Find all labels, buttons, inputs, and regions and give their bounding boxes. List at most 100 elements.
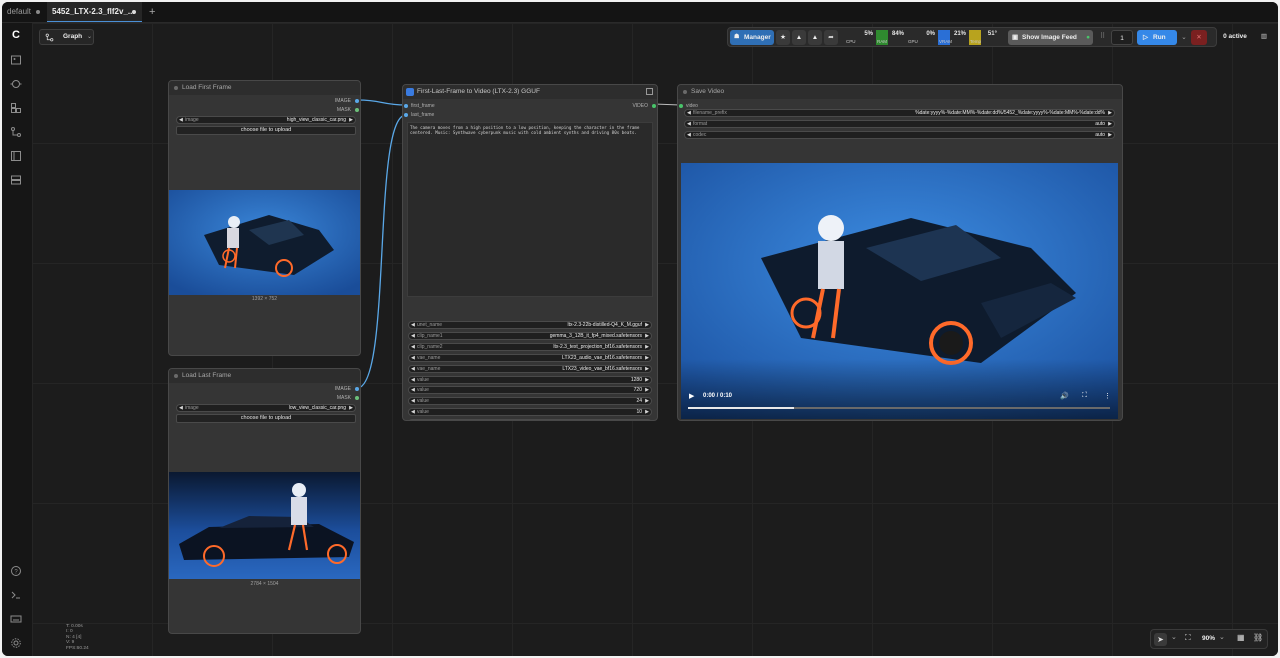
arrow-left-icon[interactable]: ◀ xyxy=(687,121,691,127)
arrow-left-icon[interactable]: ◀ xyxy=(411,344,415,350)
chevron-down-icon[interactable]: ⌄ xyxy=(1171,633,1177,641)
upload-button[interactable]: choose file to upload xyxy=(176,414,356,423)
tool-a-button[interactable]: ▲ xyxy=(792,30,806,45)
widget-row[interactable]: ◀ value 24 ▶ xyxy=(408,397,652,406)
workflows-icon[interactable] xyxy=(10,126,22,138)
arrow-left-icon[interactable]: ◀ xyxy=(179,405,183,411)
arrow-right-icon[interactable]: ▶ xyxy=(645,344,649,350)
arrow-right-icon[interactable]: ▶ xyxy=(1108,110,1112,116)
play-icon[interactable]: ▶ xyxy=(689,392,694,400)
arrow-left-icon[interactable]: ◀ xyxy=(179,117,183,123)
fit-view-icon[interactable]: ⛶ xyxy=(1185,633,1191,643)
arrow-right-icon[interactable]: ▶ xyxy=(645,366,649,372)
help-icon[interactable]: ? xyxy=(10,565,22,577)
terminal-icon[interactable] xyxy=(10,589,22,601)
cancel-button[interactable]: ✕ xyxy=(1191,30,1207,45)
node-title[interactable]: Load Last Frame xyxy=(169,369,360,383)
widget-row[interactable]: ◀ value 10 ▶ xyxy=(408,408,652,417)
new-tab-button[interactable]: + xyxy=(144,2,160,22)
toggle-panel-icon[interactable]: ▥ xyxy=(1258,29,1270,44)
select-tool-icon[interactable]: ➤ xyxy=(1154,633,1167,646)
arrow-right-icon[interactable]: ▶ xyxy=(645,355,649,361)
keyboard-icon[interactable] xyxy=(10,613,22,625)
arrow-left-icon[interactable]: ◀ xyxy=(411,377,415,383)
output-video-socket[interactable] xyxy=(652,104,656,108)
tool-b-button[interactable]: ▲ xyxy=(808,30,822,45)
arrow-left-icon[interactable]: ◀ xyxy=(411,333,415,339)
tab-default[interactable]: default xyxy=(2,2,46,22)
show-image-feed-button[interactable]: ▣ Show Image Feed ● xyxy=(1008,30,1093,45)
arrow-right-icon[interactable]: ▶ xyxy=(1108,121,1112,127)
zoom-level[interactable]: 90% xyxy=(1202,635,1215,642)
expand-icon[interactable] xyxy=(646,88,653,95)
arrow-left-icon[interactable]: ◀ xyxy=(411,398,415,404)
images-icon[interactable] xyxy=(10,54,22,66)
batch-count-input[interactable]: 1 xyxy=(1111,30,1133,45)
arrow-right-icon[interactable]: ▶ xyxy=(645,322,649,328)
node-load-first-frame[interactable]: Load First Frame IMAGE MASK ◀ image high… xyxy=(168,80,361,356)
arrow-left-icon[interactable]: ◀ xyxy=(411,387,415,393)
queue-active-count[interactable]: 0 active xyxy=(1217,29,1253,44)
widget-row[interactable]: ◀ clip_name2 ltx-2.3_text_projection_bf16.… xyxy=(408,342,652,351)
arrow-left-icon[interactable]: ◀ xyxy=(411,409,415,415)
widget-row[interactable]: ◀ vae_name LTX23_video_vae_bf16.safetensor… xyxy=(408,364,652,373)
node-first-last-frame-to-video[interactable]: First-Last-Frame to Video (LTX-2.3) GGUF… xyxy=(402,84,658,421)
collapse-dot-icon[interactable] xyxy=(174,374,178,378)
upload-button[interactable]: choose file to upload xyxy=(176,126,356,135)
input-first-frame-socket[interactable] xyxy=(404,104,408,108)
chevron-down-icon[interactable]: ⌄ xyxy=(1219,633,1225,641)
widget-row[interactable]: ◀ clip_name1 gemma_3_12B_it_fp4_mixed.safe… xyxy=(408,331,652,340)
input-video-socket[interactable] xyxy=(679,104,683,108)
arrow-left-icon[interactable]: ◀ xyxy=(411,355,415,361)
collapse-dot-icon[interactable] xyxy=(174,86,178,90)
widget-row[interactable]: ◀ format auto ▶ xyxy=(684,119,1115,128)
image-select-widget[interactable]: ◀ image high_view_classic_car.png ▶ xyxy=(176,116,356,124)
node-library-icon[interactable] xyxy=(10,102,22,114)
widget-row[interactable]: ◀ unet_name ltx-2.3-22b-distilled-Q4_K_M.g… xyxy=(408,321,652,329)
link-visibility-icon[interactable]: ⛓ xyxy=(1253,633,1263,642)
image-select-widget[interactable]: ◀ image low_view_classic_car.png ▶ xyxy=(176,404,356,412)
output-mask-socket[interactable] xyxy=(355,396,359,400)
node-save-video[interactable]: Save Video video ◀ filename_prefix %date:y… xyxy=(677,84,1123,421)
arrow-right-icon[interactable]: ▶ xyxy=(645,420,649,421)
widget-row[interactable]: ◀ vae_name LTX23_audio_vae_bf16.safetensor… xyxy=(408,353,652,362)
arrow-left-icon[interactable]: ◀ xyxy=(411,366,415,372)
arrow-left-icon[interactable]: ◀ xyxy=(411,420,415,421)
run-button[interactable]: ▷ Run xyxy=(1137,30,1177,45)
node-load-last-frame[interactable]: Load Last Frame IMAGE MASK ◀ image low_v… xyxy=(168,368,361,634)
share-button[interactable]: ➦ xyxy=(824,30,838,45)
arrow-right-icon[interactable]: ▶ xyxy=(645,398,649,404)
output-image-socket[interactable] xyxy=(355,387,359,391)
arrow-right-icon[interactable]: ▶ xyxy=(349,117,353,123)
widget-row[interactable]: ◀ value 720 ▶ xyxy=(408,386,652,395)
drag-handle-icon[interactable]: ⠿ xyxy=(1100,32,1105,40)
more-options-icon[interactable]: ⋮ xyxy=(1104,392,1111,400)
node-title[interactable]: Save Video xyxy=(678,85,1122,99)
assets-icon[interactable] xyxy=(10,174,22,186)
arrow-right-icon[interactable]: ▶ xyxy=(645,387,649,393)
arrow-right-icon[interactable]: ▶ xyxy=(645,377,649,383)
arrow-left-icon[interactable]: ◀ xyxy=(687,110,691,116)
tab-workflow[interactable]: 5452_LTX-2.3_flf2v_... xyxy=(47,2,142,22)
arrow-right-icon[interactable]: ▶ xyxy=(645,333,649,339)
templates-icon[interactable] xyxy=(10,150,22,162)
widget-row[interactable]: ◀noise_seed 315253765879498▶ xyxy=(408,419,652,421)
arrow-left-icon[interactable]: ◀ xyxy=(687,132,691,138)
widget-row[interactable]: ◀ value 1280 ▶ xyxy=(408,375,652,384)
output-mask-socket[interactable] xyxy=(355,108,359,112)
arrow-right-icon[interactable]: ▶ xyxy=(1108,132,1112,138)
node-title[interactable]: First-Last-Frame to Video (LTX-2.3) GGUF xyxy=(403,85,657,99)
node-title[interactable]: Load First Frame xyxy=(169,81,360,95)
input-last-frame-socket[interactable] xyxy=(404,113,408,117)
prompt-textarea[interactable]: The camera moves from a high position to… xyxy=(407,122,653,297)
widget-row[interactable]: ◀ codec auto ▶ xyxy=(684,130,1115,139)
output-image-socket[interactable] xyxy=(355,99,359,103)
graph-canvas[interactable]: Graph ⌄ Load First Frame IMAGE MASK ◀ im… xyxy=(32,23,1278,656)
arrow-right-icon[interactable]: ▶ xyxy=(645,409,649,415)
comfy-logo-icon[interactable]: C xyxy=(10,29,22,41)
collapse-dot-icon[interactable] xyxy=(683,90,687,94)
widget-row[interactable]: ◀ filename_prefix %date:yyyy%-%date:MM%-%d… xyxy=(684,109,1115,117)
run-options-chevron-icon[interactable]: ⌄ xyxy=(1179,30,1189,45)
video-player[interactable]: ▶ 0:00 / 0:10 🔊 ⛶ ⋮ xyxy=(681,163,1118,419)
settings-gear-icon[interactable] xyxy=(10,637,22,649)
